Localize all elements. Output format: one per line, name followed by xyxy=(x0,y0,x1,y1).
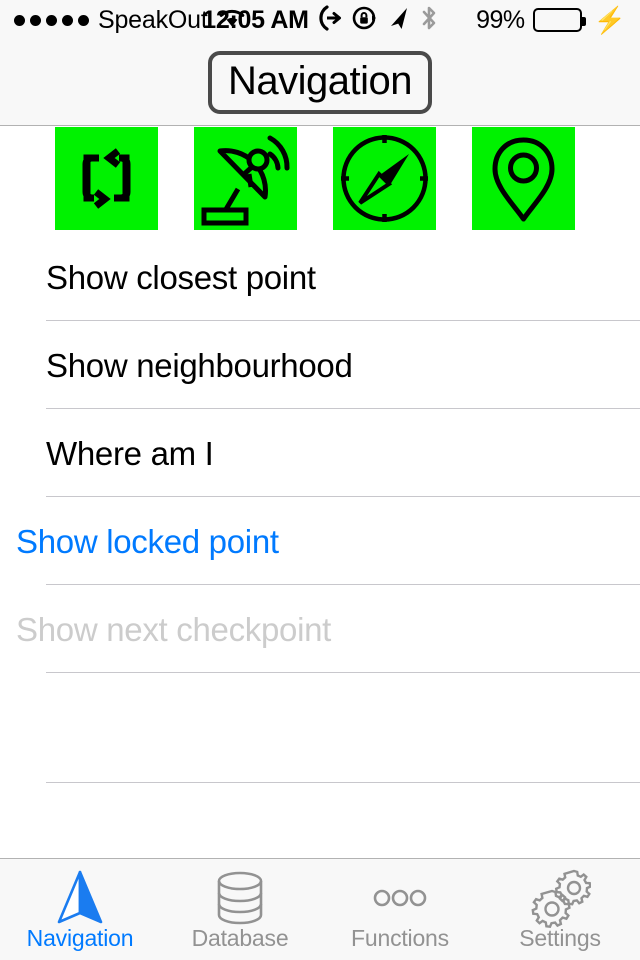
navigation-arrow-icon xyxy=(49,867,111,929)
page-title: Navigation xyxy=(227,59,413,103)
carrier-name: SpeakOut xyxy=(98,5,208,34)
wifi-icon xyxy=(217,6,247,35)
signal-strength-icon xyxy=(14,14,89,26)
map-pin-icon[interactable] xyxy=(472,127,575,230)
rotation-lock-icon xyxy=(352,5,378,36)
list-item-label: Show next checkpoint xyxy=(16,610,332,648)
icon-row xyxy=(0,127,640,233)
list-item-show-neighbourhood[interactable]: Show neighbourhood xyxy=(0,321,640,409)
lightning-bolt-icon: ⚡ xyxy=(593,5,626,35)
tab-functions[interactable]: Functions xyxy=(320,859,480,960)
tab-navigation[interactable]: Navigation xyxy=(0,859,160,960)
refresh-loop-icon[interactable] xyxy=(55,127,158,230)
battery-percent: 99% xyxy=(476,5,525,34)
list-item-where-am-i[interactable]: Where am I xyxy=(0,409,640,497)
tab-label: Database xyxy=(191,925,289,951)
navigation-bar: Navigation xyxy=(0,40,640,126)
tab-label: Functions xyxy=(351,925,449,951)
gears-icon xyxy=(529,867,591,929)
list-item-show-next-checkpoint: Show next checkpoint xyxy=(0,585,640,673)
tab-label: Navigation xyxy=(26,925,134,951)
tab-settings[interactable]: Settings xyxy=(480,859,640,960)
options-list: Show closest point Show neighbourhood Wh… xyxy=(0,233,640,893)
bluetooth-icon xyxy=(420,4,438,37)
list-item-empty xyxy=(0,673,640,783)
tab-label: Settings xyxy=(519,925,601,951)
database-icon xyxy=(209,867,271,929)
compass-icon[interactable] xyxy=(333,127,436,230)
location-arrow-icon xyxy=(387,5,411,36)
status-bar-left: SpeakOut xyxy=(14,6,247,35)
page-title-box: Navigation xyxy=(207,51,432,114)
satellite-dish-icon[interactable] xyxy=(194,127,297,230)
status-bar: SpeakOut 12:05 AM 99% ⚡ xyxy=(0,0,640,40)
battery-icon xyxy=(532,8,586,32)
call-forwarding-icon xyxy=(318,4,343,36)
list-item-show-locked-point[interactable]: Show locked point xyxy=(0,497,640,585)
list-item-label: Show closest point xyxy=(46,258,316,296)
list-item-label: Show neighbourhood xyxy=(46,346,353,384)
tab-database[interactable]: Database xyxy=(160,859,320,960)
list-item-show-closest-point[interactable]: Show closest point xyxy=(0,233,640,321)
list-item-label: Where am I xyxy=(46,434,214,472)
tab-bar: Navigation Database Functions Settings xyxy=(0,858,640,960)
three-dots-icon xyxy=(369,867,431,929)
list-item-label: Show locked point xyxy=(16,522,279,560)
status-bar-right: 99% ⚡ xyxy=(476,7,626,33)
